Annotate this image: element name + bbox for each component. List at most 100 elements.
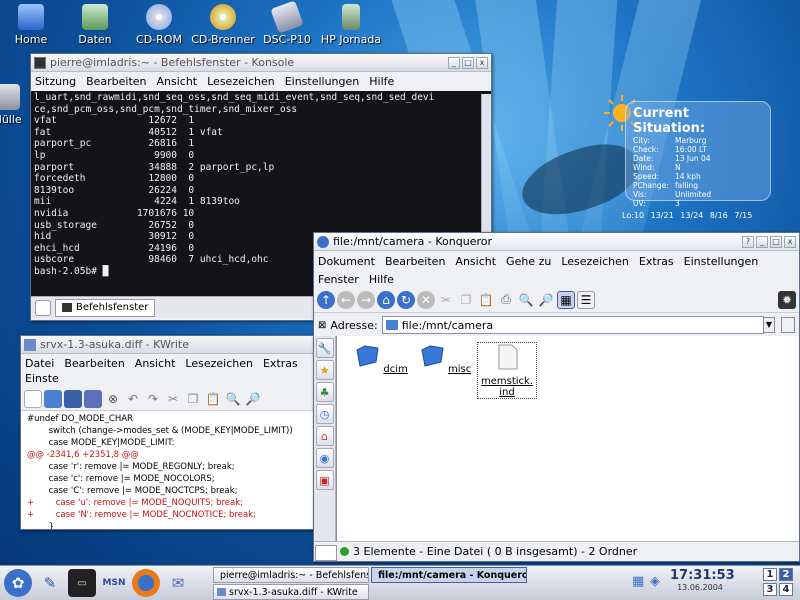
reload-icon[interactable]: ↻ [397,290,415,309]
konsole-menu-item[interactable]: Lesezeichen [206,74,276,89]
kwrite-menu-item[interactable]: Lesezeichen [184,356,254,371]
kmenu-icon[interactable]: ✿ [4,569,32,597]
messenger-icon[interactable]: MSN [100,569,128,597]
maximize-button[interactable]: □ [770,235,782,248]
paste-icon[interactable]: 📋 [204,390,222,408]
show-desktop-icon[interactable]: ✎ [36,569,64,597]
home-icon[interactable]: ⌂ [377,290,395,309]
desktop-2[interactable]: 2 [779,568,793,581]
zoom-in-icon[interactable]: 🔍 [517,291,535,309]
address-input[interactable]: file:/mnt/camera [381,316,764,334]
desktop-icon-cdburner[interactable]: CD-Brenner [188,4,258,46]
folder-item-dcim[interactable]: dcim [351,342,411,375]
sidebar-tools-icon[interactable]: 🔧 [315,338,334,358]
desktop-icon-dscp10[interactable]: DSC-P10 [252,0,322,46]
forward-arrow-icon[interactable]: → [357,290,375,309]
kwrite-menu-item[interactable]: Datei [24,356,55,371]
kwrite-menu-item[interactable]: Einste [24,371,60,386]
konsole-menu-item[interactable]: Bearbeiten [85,74,147,89]
copy-icon[interactable]: ❐ [184,390,202,408]
konqueror-menu-item[interactable]: Fenster [317,271,360,289]
icon-view-icon[interactable]: ▦ [557,290,575,309]
copy-icon[interactable]: ❐ [457,291,475,309]
desktop-1[interactable]: 1 [763,568,777,581]
sidebar-bookmarks-icon[interactable]: ★ [315,360,334,380]
location-dropdown-icon[interactable]: ▼ [763,317,775,333]
konsole-menu-item[interactable]: Sitzung [34,74,77,89]
undo-icon[interactable]: ↶ [124,390,142,408]
folder-item-misc[interactable]: misc [415,342,475,375]
kde-gear-icon[interactable]: ✹ [778,290,796,309]
taskbar: ✿ ✎ ▭ MSN ✉ pierre@imladris:~ - Befehlsf… [0,565,800,600]
paste-icon[interactable]: 📋 [477,291,495,309]
konqueror-menu-item[interactable]: Dokument [317,253,376,271]
sidebar-devices-icon[interactable]: ♣ [315,382,334,402]
minimize-button[interactable]: _ [756,235,768,248]
save-as-icon[interactable] [84,390,102,408]
stop-icon[interactable]: ✕ [417,290,435,309]
zoom-out-icon[interactable]: 🔎 [537,291,555,309]
konqueror-menu-item[interactable]: Extras [638,253,675,271]
close-document-icon[interactable]: ⊗ [104,390,122,408]
close-button[interactable]: x [784,235,796,248]
tray-network-icon[interactable]: ◈ [650,574,660,589]
kwrite-menu-item[interactable]: Extras [262,356,299,371]
konsole-titlebar[interactable]: pierre@imladris:~ - Befehlsfenster - Kon… [31,54,491,72]
tray-klipper-icon[interactable]: ▦ [632,574,644,589]
close-button[interactable]: x [476,56,488,69]
up-arrow-icon[interactable]: ↑ [317,290,335,309]
task-konqueror[interactable]: file:/mnt/camera - Konqueror [371,567,527,583]
maximize-button[interactable]: □ [462,56,474,69]
mail-icon[interactable]: ✉ [164,569,192,597]
konqueror-menu-item[interactable]: Gehe zu [505,253,552,271]
find-icon[interactable]: 🔍 [224,390,242,408]
file-item-memstick[interactable]: memstick. ind [477,342,537,399]
konqueror-menu-item[interactable]: Ansicht [454,253,497,271]
task-konsole[interactable]: pierre@imladris:~ - Befehlsfens [213,567,369,583]
cut-icon[interactable]: ✂ [164,390,182,408]
konqueror-menu-item[interactable]: Bearbeiten [384,253,446,271]
back-arrow-icon[interactable]: ← [337,290,355,309]
konsole-menu-item[interactable]: Ansicht [156,74,199,89]
print-icon[interactable]: ⎙ [497,291,515,309]
sidebar-home-icon[interactable]: ⌂ [315,426,334,446]
new-session-icon[interactable] [35,299,51,316]
save-icon[interactable] [64,390,82,408]
task-kwrite[interactable]: srvx-1.3-asuka.diff - KWrite [213,584,369,600]
sidebar-services-icon[interactable]: ▣ [315,470,334,490]
kwrite-menu-item[interactable]: Bearbeiten [63,356,125,371]
desktop-icon-home[interactable]: Home [0,4,66,46]
clear-location-icon[interactable]: ⊠ [318,320,326,331]
desktop-3[interactable]: 3 [763,583,777,596]
kwrite-titlebar[interactable]: srvx-1.3-asuka.diff - KWrite [21,336,317,354]
konqueror-menu-item[interactable]: Hilfe [368,271,395,289]
konsole-menu-item[interactable]: Hilfe [368,74,395,89]
konqueror-menu-item[interactable]: Einstellungen [683,253,760,271]
cut-icon[interactable]: ✂ [437,291,455,309]
clock[interactable]: 17:31:53 13.06.2004 [670,568,735,592]
detail-view-icon[interactable]: ☰ [577,290,595,309]
code-editor[interactable]: #undef DO_MODE_CHAR switch (change->mode… [21,411,317,529]
find-next-icon[interactable]: 🔎 [244,390,262,408]
new-document-icon[interactable] [24,390,42,408]
code-line: + case 'N': remove |= MODE_NOCNOTICE; br… [27,510,256,520]
help-button[interactable]: ? [742,235,754,248]
desktop-icon-cdrom[interactable]: CD-ROM [124,4,194,46]
go-icon[interactable] [781,317,795,333]
konqueror-menu-item[interactable]: Lesezeichen [560,253,630,271]
desktop-4[interactable]: 4 [779,583,793,596]
desktop-icon-hpjornada[interactable]: HP Jornada [316,4,386,46]
weather-value: 16:00 LT [675,145,707,154]
open-folder-icon[interactable] [44,390,62,408]
konsole-menu-item[interactable]: Einstellungen [284,74,361,89]
sidebar-history-icon[interactable]: ◷ [315,404,334,424]
sidebar-network-icon[interactable]: ◉ [315,448,334,468]
session-tab[interactable]: Befehlsfenster [55,298,156,317]
konqueror-titlebar[interactable]: file:/mnt/camera - Konqueror ? _ □ x [314,233,799,251]
firefox-icon[interactable] [132,569,160,597]
redo-icon[interactable]: ↷ [144,390,162,408]
kwrite-menu-item[interactable]: Ansicht [134,356,177,371]
desktop-icon-daten[interactable]: Daten [60,4,130,46]
terminal-icon[interactable]: ▭ [68,569,96,597]
minimize-button[interactable]: _ [448,56,460,69]
